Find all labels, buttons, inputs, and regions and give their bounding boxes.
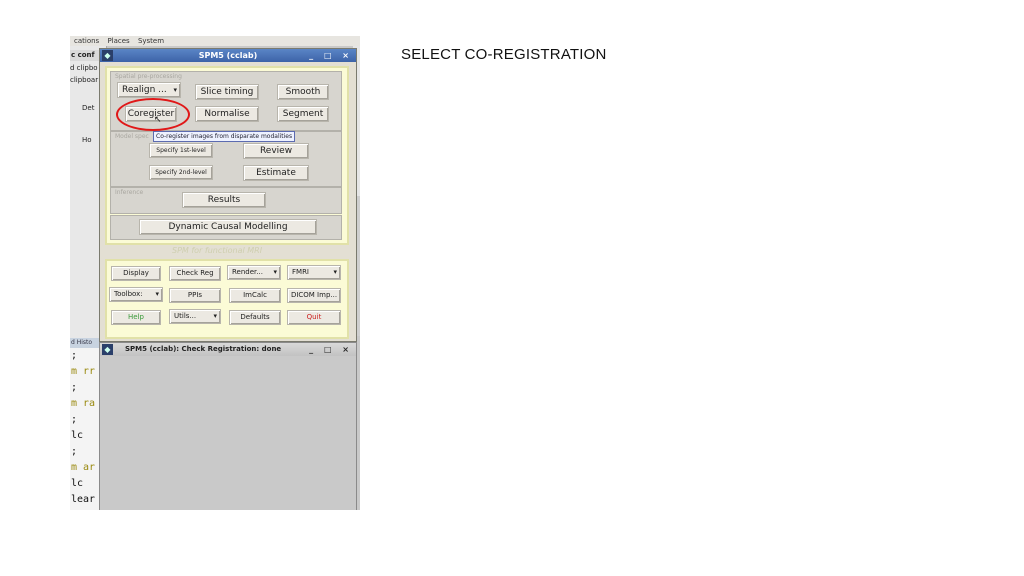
smooth-button[interactable]: Smooth: [277, 84, 329, 100]
spatial-label: Spatial pre-processing: [115, 73, 182, 80]
console-header: d Histo: [70, 338, 100, 348]
bg-window-text: clipboar: [70, 76, 99, 84]
console-line: lc: [71, 478, 84, 489]
specify-1st-level-button[interactable]: Specify 1st-level: [149, 143, 213, 158]
help-button[interactable]: Help: [111, 310, 161, 325]
window-controls[interactable]: _ □ ×: [309, 49, 353, 62]
coregister-highlight-circle: [116, 98, 190, 131]
specify-2nd-level-button[interactable]: Specify 2nd-level: [149, 165, 213, 180]
menu-system[interactable]: System: [138, 37, 164, 45]
dcm-group: Dynamic Causal Modelling: [110, 215, 342, 240]
bg-window-text: Det: [82, 104, 95, 112]
console-line: ;: [71, 446, 78, 457]
ppis-button[interactable]: PPIs: [169, 288, 221, 303]
console-line: ;: [71, 350, 78, 361]
app-icon: ◆: [102, 50, 113, 61]
quit-button[interactable]: Quit: [287, 310, 341, 325]
window-controls[interactable]: _ □ ×: [309, 343, 353, 356]
spm-footer-label: SPM for functional MRI: [172, 246, 263, 255]
app-icon: ◆: [102, 344, 113, 355]
dicom-import-button[interactable]: DICOM Imp...: [287, 288, 341, 303]
status-window-title: SPM5 (cclab): Check Registration: done: [125, 345, 282, 353]
desktop-menubar: cations Places System: [70, 36, 360, 46]
menu-places[interactable]: Places: [107, 37, 129, 45]
check-reg-button[interactable]: Check Reg: [169, 266, 221, 281]
display-button[interactable]: Display: [111, 266, 161, 281]
utils-dropdown[interactable]: Utils...: [169, 309, 221, 324]
bg-window-text: d clipbo: [70, 64, 98, 72]
mouse-cursor-icon: ↖: [154, 115, 162, 125]
inference-group: Inference Results: [110, 187, 342, 214]
defaults-button[interactable]: Defaults: [229, 310, 281, 325]
imcalc-button[interactable]: ImCalc: [229, 288, 281, 303]
console-line: lc: [71, 430, 84, 441]
slide-title: SELECT CO-REGISTRATION: [401, 46, 607, 63]
bottom-pane: Display Check Reg Render... FMRI Toolbox…: [105, 259, 349, 339]
console-line: m ra: [71, 398, 96, 409]
render-dropdown[interactable]: Render...: [227, 265, 281, 280]
matlab-console: d Histo ; m rr ; m ra ; lc ; m ar lc lea…: [70, 338, 101, 510]
toolbox-dropdown[interactable]: Toolbox:: [109, 287, 163, 302]
console-line: m rr: [71, 366, 96, 377]
modality-dropdown[interactable]: FMRI: [287, 265, 341, 280]
estimate-button[interactable]: Estimate: [243, 165, 309, 181]
top-pane: Spatial pre-processing Realign ... Slice…: [105, 66, 349, 245]
inference-label: Inference: [115, 189, 144, 196]
screenshot: cations Places System c conf d clipbo cl…: [70, 36, 360, 510]
results-button[interactable]: Results: [182, 192, 266, 208]
console-line: ;: [71, 414, 78, 425]
segment-button[interactable]: Segment: [277, 106, 329, 122]
coregister-tooltip: Co-register images from disparate modali…: [153, 131, 296, 142]
normalise-button[interactable]: Normalise: [195, 106, 259, 122]
spm-window-title: SPM5 (cclab): [198, 51, 258, 60]
model-label: Model spec: [115, 133, 149, 140]
dynamic-causal-modelling-button[interactable]: Dynamic Causal Modelling: [139, 219, 317, 235]
slice-timing-button[interactable]: Slice timing: [195, 84, 259, 100]
console-line: ;: [71, 382, 78, 393]
console-line: lear: [71, 494, 96, 505]
menu-applications[interactable]: cations: [74, 37, 99, 45]
spm-status-window: ◆ SPM5 (cclab): Check Registration: done…: [99, 342, 357, 510]
review-button[interactable]: Review: [243, 143, 309, 159]
realign-dropdown[interactable]: Realign ...: [117, 82, 181, 98]
status-window-titlebar[interactable]: ◆ SPM5 (cclab): Check Registration: done…: [100, 343, 356, 356]
console-line: m ar: [71, 462, 96, 473]
spm-titlebar[interactable]: ◆ SPM5 (cclab) _ □ ×: [100, 49, 356, 62]
spm-main-window: ◆ SPM5 (cclab) _ □ × Spatial pre-process…: [99, 48, 357, 342]
bg-window-text: Ho: [82, 136, 92, 144]
